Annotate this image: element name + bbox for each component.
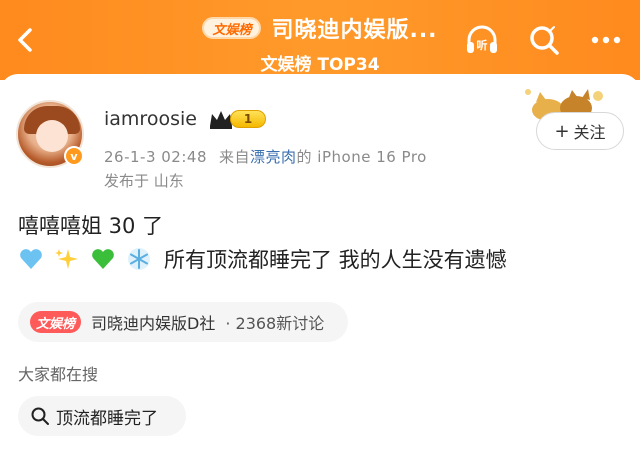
trending-search-query: 顶流都睡完了 [56,408,158,429]
page-subtitle: 文娱榜 TOP34 [260,55,380,75]
topic-logo: 文娱榜 [30,311,82,333]
chevron-left-icon [18,28,32,52]
snowflake-icon [126,246,152,272]
source-prefix: 来自 [219,148,251,166]
header-title-area[interactable]: 文娱榜 司晓迪内娱版... 文娱榜 TOP34 [140,8,500,75]
back-button[interactable] [8,22,44,58]
trending-search-chip[interactable]: 顶流都睡完了 [18,396,186,436]
page-title: 司晓迪内娱版... [271,18,438,43]
search-button[interactable] [524,20,564,60]
post-meta: 26-1-3 02:48 来自漂亮肉的 iPhone 16 Pro [104,146,427,167]
post-card: v iamroosie 1 26-1-3 02:48 来自漂亮肉的 iPhone … [0,74,640,473]
search-icon [31,407,49,425]
topic-name: 司晓迪内娱版D社 [91,314,216,333]
avatar-face [36,120,68,152]
username[interactable]: iamroosie [104,108,197,130]
trending-search-heading: 大家都在搜 [18,365,99,384]
post-text-line1: 嘻嘻嘻姐 30 了 [18,214,164,238]
verified-badge: v [64,146,84,166]
post-time: 26-1-3 02:48 [104,148,207,166]
listen-label: 听 [477,38,488,52]
sparkles-icon [54,246,80,272]
plus-icon: + [554,120,570,142]
source-device-link[interactable]: 漂亮肉 [250,148,297,166]
wenyu-logo: 文娱榜 [202,17,262,39]
green-heart-icon [90,246,116,272]
follow-button[interactable]: + 关注 [536,112,624,150]
member-level-badge[interactable]: 1 [208,108,266,130]
post-text-line2-body: 所有顶流都睡完了 我的人生没有遗憾 [164,248,507,272]
headphones-icon: 听 [467,25,497,53]
more-button[interactable] [586,20,626,60]
follow-label: 关注 [573,123,606,142]
source-suffix: 的 iPhone 16 Pro [296,148,427,166]
top-header: 文娱榜 司晓迪内娱版... 文娱榜 TOP34 听 [0,0,640,80]
post-text-line2: 所有顶流都睡完了 我的人生没有遗憾 [18,244,507,274]
search-icon [530,26,559,55]
blue-heart-icon [18,246,44,272]
topic-link[interactable]: 文娱榜 司晓迪内娱版D社 · 2368新讨论 [18,302,348,342]
more-dots-icon [591,36,621,44]
listen-button[interactable]: 听 [462,20,502,60]
post-location: 发布于 山东 [104,172,184,190]
topic-discussion-count: · 2368新讨论 [225,314,325,333]
level-number: 1 [230,110,266,128]
